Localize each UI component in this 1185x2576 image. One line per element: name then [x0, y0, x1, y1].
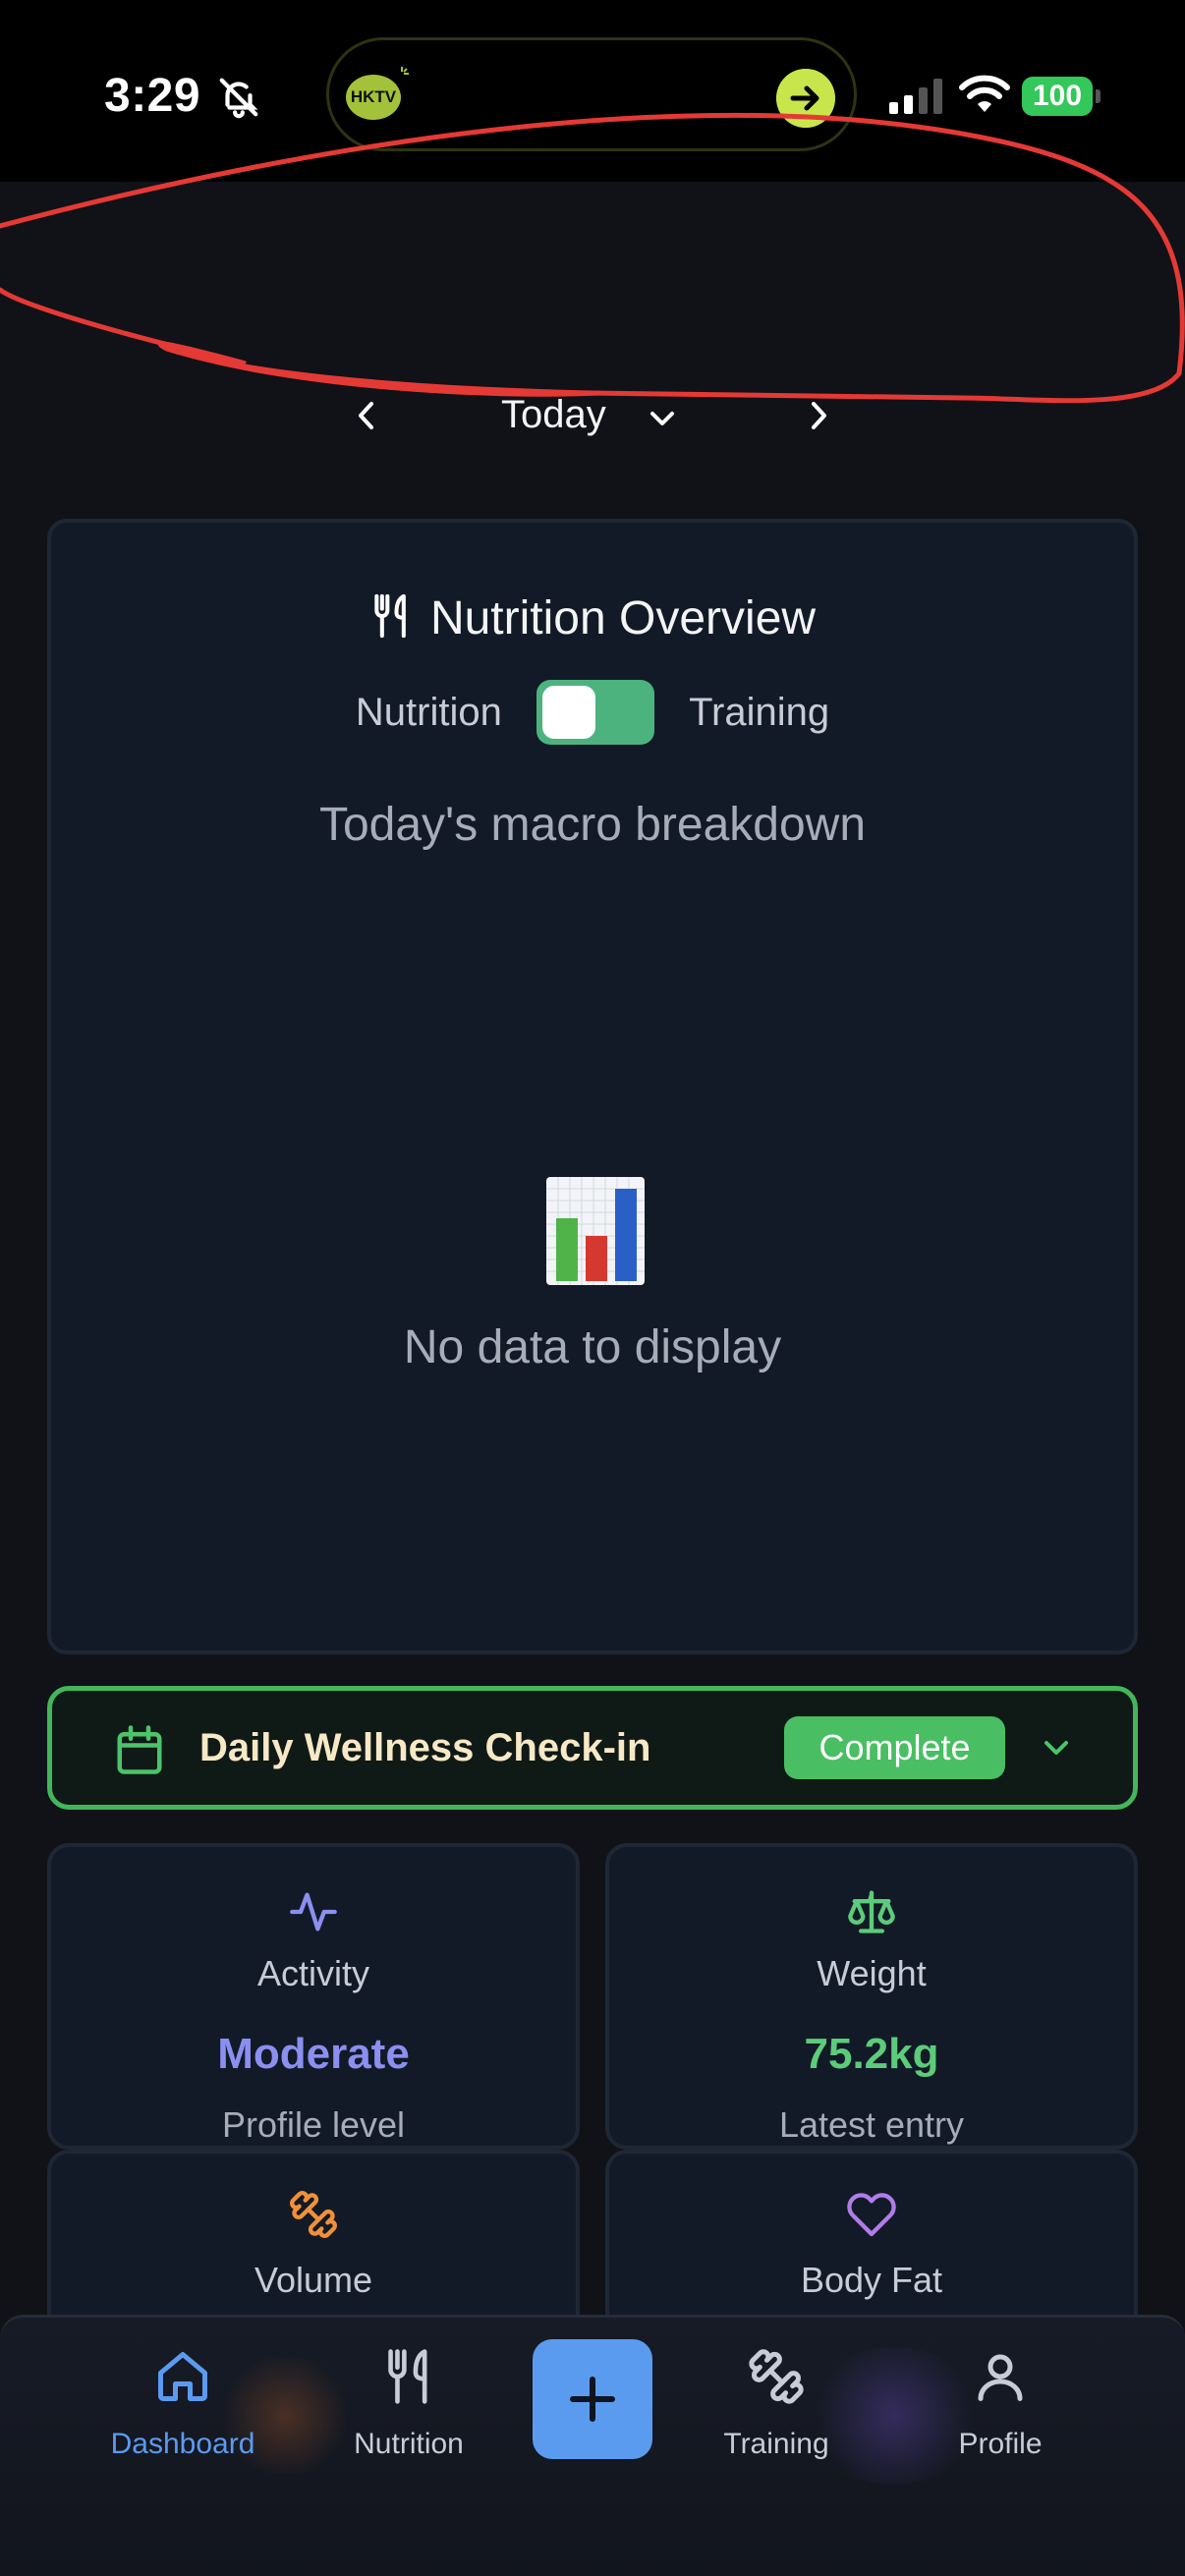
card-subtitle: Today's macro breakdown [318, 799, 867, 851]
calendar-icon [117, 1725, 162, 1774]
nav-label: Profile [958, 2428, 1043, 2460]
nav-item-nutrition[interactable]: Nutrition [310, 2341, 507, 2489]
empty-state-text: No data to display [403, 1321, 782, 1373]
toggle-label-training: Training [689, 690, 830, 734]
utensils-icon [388, 2349, 427, 2404]
nav-item-profile[interactable]: Profile [902, 2341, 1099, 2489]
dumbbell-icon [749, 2349, 804, 2404]
stat-card-activity[interactable]: Activity Moderate Profile level [47, 1843, 580, 2150]
chevron-down-icon[interactable] [641, 397, 684, 440]
stat-label: Body Fat [800, 2260, 943, 2300]
wellness-title: Daily Wellness Check-in [199, 1726, 651, 1769]
utensils-icon [374, 593, 406, 639]
stat-value: 75.2kg [804, 2030, 939, 2078]
add-button[interactable] [533, 2339, 652, 2459]
plus-icon [570, 2377, 615, 2422]
card-title: Nutrition Overview [51, 591, 1134, 645]
stat-sub: Profile level [221, 2104, 406, 2145]
dumbbell-icon [290, 2191, 337, 2238]
stat-card-weight[interactable]: Weight 75.2kg Latest entry [605, 1843, 1138, 2150]
nav-label: Dashboard [110, 2428, 255, 2460]
stat-label: Weight [817, 1953, 927, 1993]
nutrition-overview-card: Nutrition Overview Nutrition Training To… [47, 519, 1138, 1654]
toggle-knob [541, 686, 595, 739]
date-label[interactable]: Today [501, 393, 606, 437]
card-title-text: Nutrition Overview [429, 592, 817, 644]
activity-icon [290, 1892, 337, 1932]
red-annotation-scribble [0, 113, 1185, 404]
mode-toggle-row: Nutrition Training [51, 680, 1134, 749]
nav-item-training[interactable]: Training [678, 2341, 875, 2489]
toggle-label-nutrition: Nutrition [355, 690, 502, 734]
scale-icon [848, 1890, 895, 1933]
bottom-nav: Dashboard Nutrition Training Profile [0, 2315, 1185, 2576]
chevron-right-icon[interactable] [798, 391, 841, 440]
nav-label: Nutrition [354, 2428, 464, 2460]
stat-label: Activity [256, 1953, 369, 1993]
nav-item-dashboard[interactable]: Dashboard [85, 2341, 281, 2489]
nav-label: Training [723, 2428, 829, 2460]
status-badge: Complete [784, 1716, 1005, 1779]
user-icon [978, 2354, 1023, 2401]
mode-toggle-switch[interactable] [536, 680, 654, 745]
stat-sub: Latest entry [778, 2104, 965, 2145]
daily-wellness-checkin[interactable]: Daily Wellness Check-in Complete [47, 1686, 1138, 1810]
home-icon [158, 2352, 207, 2401]
chevron-down-icon[interactable] [1035, 1726, 1078, 1769]
bar-chart-icon [546, 1177, 645, 1285]
stat-label: Volume [254, 2260, 373, 2300]
heart-icon [847, 2193, 896, 2237]
chevron-left-icon[interactable] [344, 391, 387, 440]
date-navigator: Today [0, 383, 1185, 452]
stat-value: Moderate [217, 2030, 410, 2078]
